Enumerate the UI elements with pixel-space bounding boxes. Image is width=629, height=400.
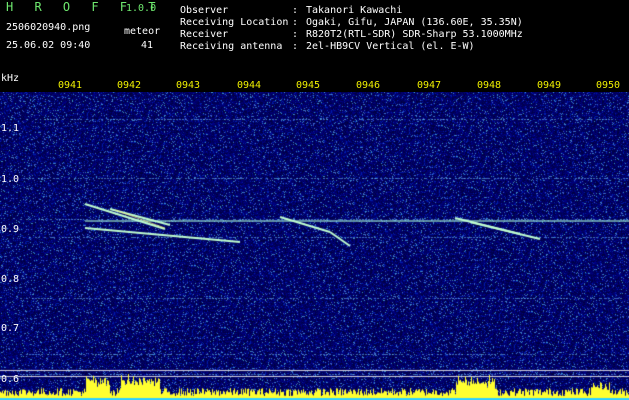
freq-tick: 1.1 bbox=[1, 123, 20, 134]
meta-sep: : bbox=[292, 5, 299, 16]
meta-key-antenna: Receiving antenna bbox=[180, 41, 283, 52]
time-tick: 0949 bbox=[536, 80, 562, 91]
freq-tick: 1.0 bbox=[1, 174, 20, 185]
hrofft-window: H R O F F T 1.0.0 2506020940.png meteor … bbox=[0, 0, 629, 400]
meta-value-receiver: R820T2(RTL-SDR) SDR-Sharp 53.1000MHz bbox=[306, 29, 523, 40]
freq-tick: 0.7 bbox=[1, 323, 20, 334]
time-tick: 0947 bbox=[416, 80, 442, 91]
meta-sep: : bbox=[292, 29, 299, 40]
meteor-count: 41 bbox=[141, 40, 154, 51]
meta-sep: : bbox=[292, 17, 299, 28]
time-tick: 0942 bbox=[116, 80, 142, 91]
spectrogram-canvas bbox=[0, 92, 629, 400]
time-tick: 0941 bbox=[57, 80, 83, 91]
time-tick: 0943 bbox=[175, 80, 201, 91]
time-tick: 0950 bbox=[595, 80, 621, 91]
time-tick: 0944 bbox=[236, 80, 262, 91]
freq-tick: 0.9 bbox=[1, 224, 20, 235]
meta-key-location: Receiving Location bbox=[180, 17, 289, 28]
meteor-label: meteor bbox=[124, 26, 161, 37]
meta-key-receiver: Receiver bbox=[180, 29, 229, 40]
freq-unit-label: kHz bbox=[1, 73, 20, 84]
meta-sep: : bbox=[292, 41, 299, 52]
app-version: 1.0.0 bbox=[126, 3, 157, 14]
time-tick: 0946 bbox=[355, 80, 381, 91]
meta-value-antenna: 2el-HB9CV Vertical (el. E-W) bbox=[306, 41, 475, 52]
meta-value-observer: Takanori Kawachi bbox=[306, 5, 403, 16]
datetime: 25.06.02 09:40 bbox=[6, 40, 91, 51]
time-tick: 0948 bbox=[476, 80, 502, 91]
freq-tick: 0.8 bbox=[1, 274, 20, 285]
freq-tick: 0.6 bbox=[1, 374, 20, 385]
filename: 2506020940.png bbox=[6, 22, 91, 33]
meta-value-location: Ogaki, Gifu, JAPAN (136.60E, 35.35N) bbox=[306, 17, 523, 28]
meta-key-observer: Observer bbox=[180, 5, 229, 16]
time-tick: 0945 bbox=[295, 80, 321, 91]
